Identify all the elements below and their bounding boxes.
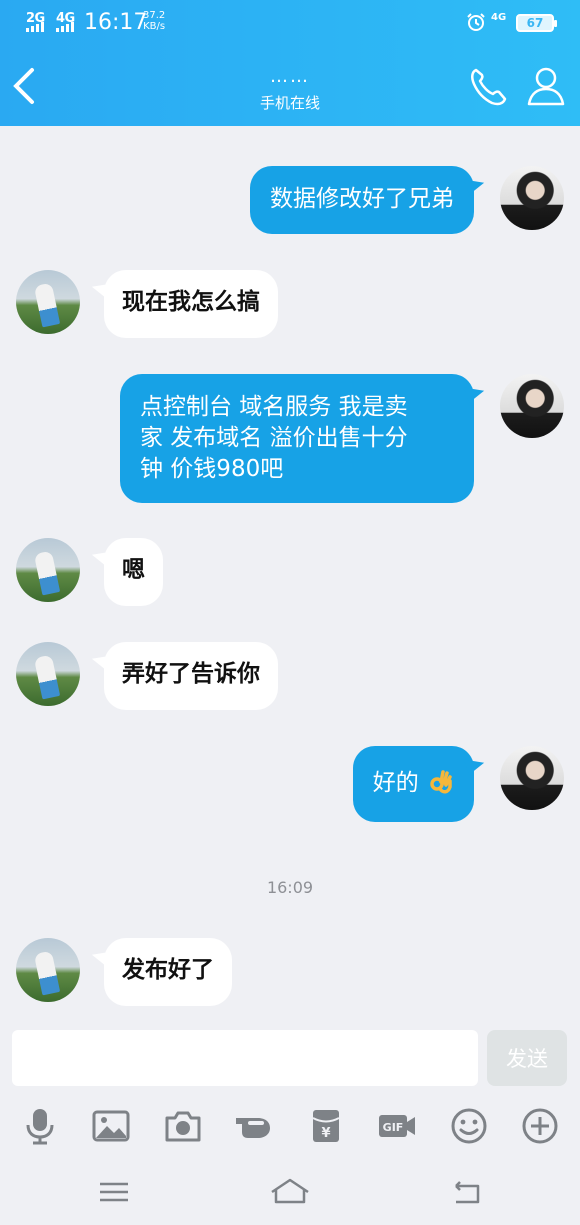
back-icon[interactable] — [444, 1172, 488, 1212]
send-button[interactable]: 发送 — [487, 1030, 567, 1086]
message-bubble-sent[interactable]: 数据修改好了兄弟 — [250, 166, 474, 234]
microphone-icon[interactable] — [15, 1101, 65, 1151]
contact-avatar[interactable] — [16, 938, 80, 1002]
menu-icon[interactable] — [92, 1172, 136, 1212]
message-text: 发布好了 — [122, 956, 214, 983]
signal-bars-2 — [56, 22, 74, 32]
message-line: 家 发布域名 溢价出售十分 — [140, 425, 408, 451]
ok-hand-icon — [430, 770, 452, 794]
battery-indicator: 67 — [516, 14, 557, 32]
poke-hand-icon[interactable] — [229, 1101, 279, 1151]
message-bubble-received[interactable]: 弄好了告诉你 — [104, 642, 278, 710]
my-avatar[interactable] — [500, 374, 564, 438]
message-timestamp: 16:09 — [266, 878, 314, 897]
message-text: 现在我怎么搞 — [122, 288, 260, 315]
message-text: 嗯 — [122, 556, 145, 583]
message-line: 钟 价钱980吧 — [140, 456, 284, 482]
message-text: 弄好了告诉你 — [122, 660, 260, 687]
message-bubble-received[interactable]: 现在我怎么搞 — [104, 270, 278, 338]
network-type: 4G — [491, 12, 507, 23]
chat-header: 2G 4G 16:17 37.2 KB/s 4G 67 …… 手机在线 — [0, 0, 580, 126]
clock: 16:17 — [84, 10, 148, 35]
alarm-icon — [467, 13, 485, 31]
message-input[interactable] — [12, 1030, 478, 1086]
smiley-icon[interactable] — [444, 1101, 494, 1151]
message-line: 点控制台 域名服务 我是卖 — [140, 394, 408, 420]
phone-icon[interactable] — [466, 64, 510, 108]
message-text: 数据修改好了兄弟 — [270, 186, 454, 212]
my-avatar[interactable] — [500, 166, 564, 230]
signal-bars-1 — [26, 22, 44, 32]
chat-history[interactable]: 数据修改好了兄弟 现在我怎么搞 点控制台 域名服务 我是卖 家 发布域名 溢价出… — [0, 126, 580, 1024]
input-bar: 发送 — [0, 1024, 580, 1094]
my-avatar[interactable] — [500, 746, 564, 810]
net-speed: 37.2 KB/s — [143, 10, 166, 32]
message-bubble-received[interactable]: 嗯 — [104, 538, 163, 606]
input-toolbar: ¥ GIF — [0, 1094, 580, 1158]
home-icon[interactable] — [268, 1172, 312, 1212]
gif-icon[interactable]: GIF — [372, 1101, 422, 1151]
message-bubble-received[interactable]: 发布好了 — [104, 938, 232, 1006]
message-bubble-sent[interactable]: 点控制台 域名服务 我是卖 家 发布域名 溢价出售十分 钟 价钱980吧 — [120, 374, 474, 503]
message-text: 好的 — [372, 770, 419, 796]
contact-avatar[interactable] — [16, 270, 80, 334]
svg-text:GIF: GIF — [383, 1121, 404, 1134]
person-icon[interactable] — [524, 64, 568, 108]
plus-icon[interactable] — [515, 1101, 565, 1151]
contact-avatar[interactable] — [16, 538, 80, 602]
red-packet-icon[interactable]: ¥ — [301, 1101, 351, 1151]
message-bubble-sent[interactable]: 好的 — [352, 746, 474, 822]
image-icon[interactable] — [86, 1101, 136, 1151]
contact-avatar[interactable] — [16, 642, 80, 706]
svg-text:¥: ¥ — [321, 1126, 330, 1141]
system-nav-bar — [0, 1158, 580, 1225]
status-bar: 2G 4G 16:17 37.2 KB/s 4G 67 — [0, 8, 580, 38]
camera-icon[interactable] — [158, 1101, 208, 1151]
